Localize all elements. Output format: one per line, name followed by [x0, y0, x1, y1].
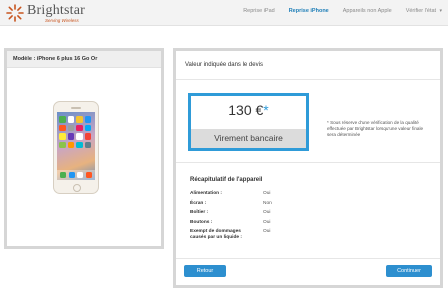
action-bar: Retour Continuer [176, 258, 440, 285]
nav-reprise-ipad[interactable]: Reprise iPad [243, 8, 275, 14]
spec-row: Exempt de dommages causés par un liquide… [190, 229, 320, 247]
starburst-icon [6, 4, 24, 22]
spec-value: Oui [263, 191, 271, 196]
nav-verifier-etat-label: Vérifier l'état [405, 8, 437, 14]
app-icon [84, 133, 91, 140]
app-icon [76, 116, 83, 123]
main-nav: Reprise iPad Reprise iPhone Appareils non … [229, 8, 442, 14]
app-icon [67, 133, 74, 140]
device-model-label: Modèle : iPhone 6 plus 16 Go Or [7, 51, 161, 68]
spec-row: Alimentation : Oui [190, 191, 320, 201]
spec-list: Alimentation : Oui Écran : Non Boîtier :… [190, 191, 320, 247]
recap-title: Récapitulatif de l'appareil [190, 177, 263, 183]
spec-value: Non [263, 200, 272, 206]
app-icon [67, 141, 74, 148]
spec-label: Écran : [190, 200, 207, 206]
brand-name: Brightstar [27, 3, 85, 18]
price-asterisk: * [263, 102, 269, 118]
nav-reprise-iphone[interactable]: Reprise iPhone [289, 8, 329, 14]
spec-label: Boîtier : [190, 210, 209, 215]
app-icon [67, 116, 74, 123]
nav-verifier-etat[interactable]: Vérifier l'état ▾ [406, 8, 442, 14]
device-panel: Modèle : iPhone 6 plus 16 Go Or [4, 48, 164, 249]
spec-value: Oui [263, 229, 271, 234]
quote-title: Valeur indiquée dans le devis [176, 51, 440, 80]
phone-speaker [71, 107, 81, 109]
home-button [73, 184, 81, 192]
app-icon [59, 124, 66, 131]
price-disclaimer: * Sous réserve d'une vérification de la … [327, 120, 424, 137]
spec-row: Boutons : Oui [190, 220, 320, 230]
brand-tagline: Serving Wireless [45, 18, 79, 23]
app-icon [84, 141, 91, 148]
spec-label: Exempt de dommages causés par un liquide… [190, 229, 242, 240]
price-value: 130 €* [191, 102, 306, 118]
dock-icon [85, 172, 92, 178]
continue-button[interactable]: Continuer [386, 265, 432, 277]
app-icon [59, 133, 66, 140]
app-grid [59, 116, 93, 148]
price-box: 130 €* Virement bancaire [188, 93, 309, 151]
spec-row: Écran : Non [190, 201, 320, 211]
spec-row: Boîtier : Oui [190, 210, 320, 220]
app-icon [84, 116, 91, 123]
iphone-image [53, 101, 99, 194]
app-icon [59, 116, 66, 123]
app-icon [76, 124, 83, 131]
phone-screen [57, 112, 95, 180]
spec-label: Alimentation : [190, 191, 222, 196]
nav-appareils-non-apple[interactable]: Appareils non Apple [343, 8, 392, 14]
dock-icon [60, 172, 67, 178]
app-icon [67, 124, 74, 131]
app-icon [76, 133, 83, 140]
app-icon [59, 141, 66, 148]
brightstar-logo[interactable]: Brightstar Serving Wireless [6, 3, 96, 23]
spec-value: Oui [263, 219, 271, 225]
dock-icon [68, 172, 75, 178]
app-icon [76, 141, 83, 148]
payment-method: Virement bancaire [191, 129, 306, 148]
spec-label: Boutons : [190, 219, 213, 225]
dock-icon [77, 172, 84, 178]
price-amount: 130 € [228, 102, 264, 118]
back-button[interactable]: Retour [184, 265, 226, 277]
phone-dock [57, 170, 95, 180]
spec-value: Oui [263, 210, 271, 215]
section-divider [176, 162, 440, 163]
quote-panel: Valeur indiquée dans le devis 130 €* Vir… [173, 48, 443, 288]
app-icon [84, 124, 91, 131]
top-header: Brightstar Serving Wireless Reprise iPad… [0, 0, 448, 26]
chevron-down-icon: ▾ [438, 8, 442, 14]
